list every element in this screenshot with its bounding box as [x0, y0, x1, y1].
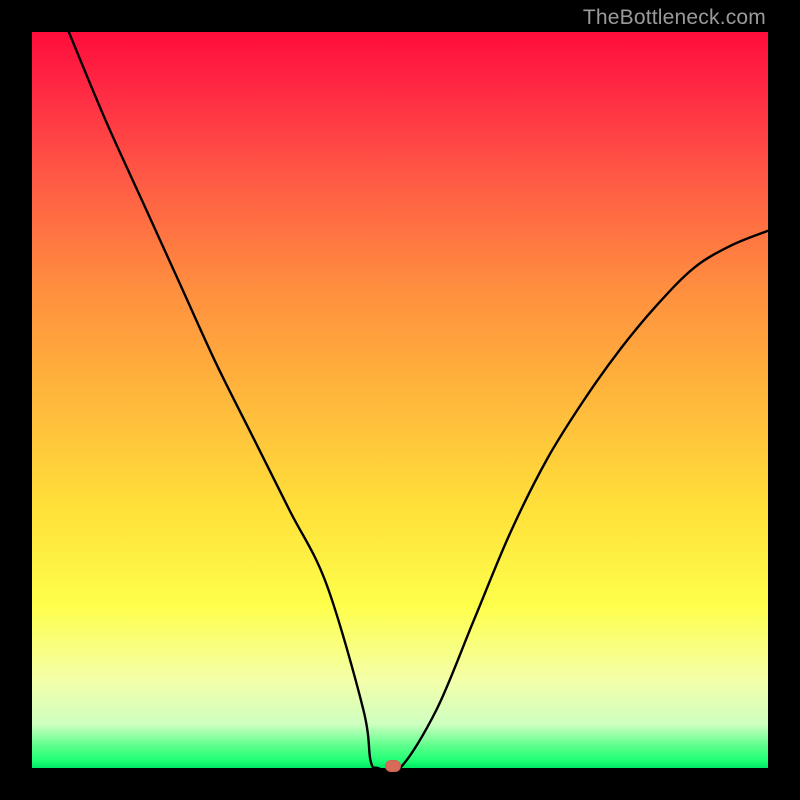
watermark-text: TheBottleneck.com [583, 6, 766, 30]
optimal-marker [385, 760, 401, 772]
plot-area [32, 32, 768, 768]
chart-frame: TheBottleneck.com [0, 0, 800, 800]
bottleneck-curve [32, 32, 768, 768]
